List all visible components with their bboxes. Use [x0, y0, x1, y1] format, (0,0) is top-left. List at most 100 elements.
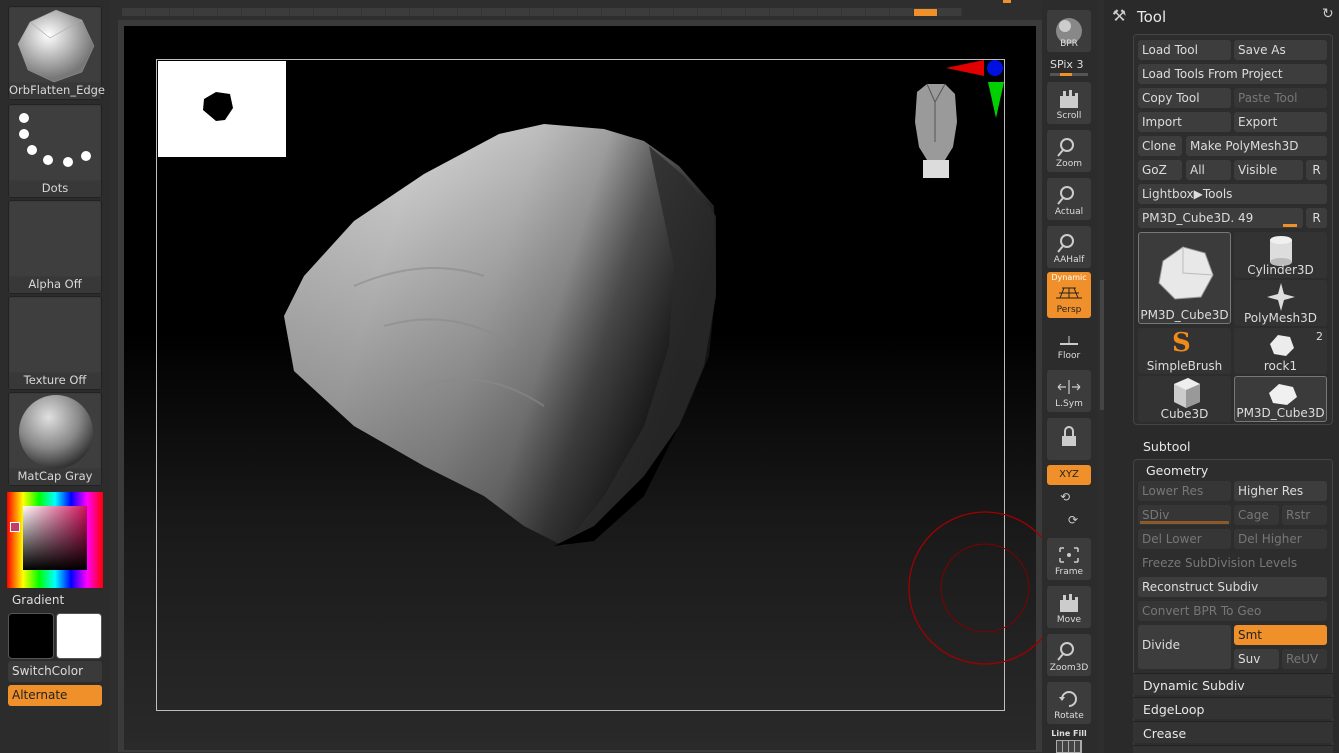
main-color-swatch[interactable] [8, 613, 54, 659]
aahalf-button[interactable]: AAHalf [1047, 226, 1091, 268]
spix-slider-thumb[interactable] [1060, 73, 1072, 76]
alternate-button[interactable]: Alternate [8, 685, 102, 706]
current-tool-slider[interactable]: PM3D_Cube3D. 49 [1138, 208, 1303, 228]
rotate-button[interactable]: Rotate [1047, 682, 1091, 724]
make-polymesh-button[interactable]: Make PolyMesh3D [1186, 136, 1327, 156]
del-lower-button[interactable]: Del Lower [1138, 529, 1231, 549]
del-higher-button[interactable]: Del Higher [1234, 529, 1327, 549]
star-icon [1267, 283, 1295, 311]
color-picker[interactable] [7, 492, 103, 588]
load-tool-button[interactable]: Load Tool [1138, 40, 1231, 60]
tool-tile-rock1[interactable]: 2 rock1 [1234, 328, 1327, 374]
cage-button[interactable]: Cage [1234, 505, 1279, 525]
linefill-label[interactable]: Line Fill [1049, 729, 1089, 738]
tool-tile-polymesh3d[interactable]: PolyMesh3D [1234, 280, 1327, 326]
simplebrush-s-icon: S [1172, 328, 1191, 358]
rstr-button[interactable]: Rstr [1282, 505, 1327, 525]
persp-button[interactable]: Dynamic Persp [1047, 272, 1091, 318]
copy-tool-button[interactable]: Copy Tool [1138, 88, 1231, 108]
current-tool-slider-thumb[interactable] [1282, 224, 1297, 227]
tool-tile-pm3d-cube3d-2[interactable]: PM3D_Cube3D [1234, 376, 1327, 422]
cylinder-icon [1270, 236, 1292, 266]
divide-button[interactable]: Divide [1138, 625, 1231, 669]
reuv-toggle[interactable]: ReUV [1282, 649, 1327, 669]
r-reset-button[interactable]: R [1306, 208, 1327, 228]
move-label: Move [1056, 615, 1082, 625]
actual-button[interactable]: Actual [1047, 178, 1091, 220]
r-button[interactable]: R [1306, 160, 1327, 180]
visible-button[interactable]: Visible [1234, 160, 1303, 180]
rotate-y-icon[interactable]: ⟲ [1060, 490, 1070, 504]
import-button[interactable]: Import [1138, 112, 1231, 132]
clone-button[interactable]: Clone [1138, 136, 1182, 156]
linefill-icon[interactable] [1056, 740, 1082, 753]
transp-lock-button[interactable] [1047, 418, 1091, 460]
texture-button[interactable]: Texture Off [8, 296, 102, 390]
geometry-section[interactable]: Geometry [1133, 459, 1333, 481]
reconstruct-subdiv-button[interactable]: Reconstruct Subdiv [1138, 577, 1327, 597]
tool-tile-label: Cube3D [1160, 407, 1209, 421]
alpha-button[interactable]: Alpha Off [8, 200, 102, 294]
rock-mesh[interactable] [124, 26, 1036, 750]
tool-tile-label: rock1 [1263, 359, 1298, 373]
bpr-button[interactable]: BPR [1047, 10, 1091, 52]
tool-tile-pm3d-cube3d[interactable]: PM3D_Cube3D [1138, 232, 1231, 324]
top-indicator [1003, 0, 1011, 3]
tool-tile-simplebrush[interactable]: S SimpleBrush [1138, 328, 1231, 374]
dynamic-subdiv-section[interactable]: Dynamic Subdiv [1133, 673, 1333, 695]
paste-tool-button[interactable]: Paste Tool [1234, 88, 1327, 108]
color-saturation-square[interactable] [23, 506, 87, 570]
zoom3d-button[interactable]: Zoom3D [1047, 634, 1091, 676]
rotate-z-icon[interactable]: ⟳ [1068, 513, 1078, 527]
subtool-section[interactable]: Subtool [1133, 435, 1333, 457]
xyz-button[interactable]: XYZ [1047, 465, 1091, 485]
smt-toggle[interactable]: Smt [1234, 625, 1327, 645]
export-button[interactable]: Export [1234, 112, 1327, 132]
xyz-label: XYZ [1059, 469, 1079, 480]
undock-icon[interactable]: ↻ [1322, 6, 1334, 22]
floor-button[interactable]: Floor [1047, 322, 1091, 364]
brush-cursor [908, 511, 1042, 665]
suv-toggle[interactable]: Suv [1234, 649, 1279, 669]
axis-gizmo-icon[interactable] [944, 58, 1006, 120]
load-tools-from-project-button[interactable]: Load Tools From Project [1138, 64, 1327, 84]
secondary-color-swatch[interactable] [56, 613, 102, 659]
higher-res-button[interactable]: Higher Res [1234, 481, 1327, 501]
convert-bpr-button[interactable]: Convert BPR To Geo [1138, 601, 1327, 621]
scroll-button[interactable]: Scroll [1047, 82, 1091, 124]
brush-label: OrbFlatten_Edge [9, 83, 106, 99]
bpr-sphere-icon [1047, 16, 1091, 44]
alpha-label: Alpha Off [9, 277, 101, 293]
brush-thumbnail [10, 8, 100, 83]
sdiv-slider[interactable]: SDiv [1138, 505, 1231, 525]
crease-section[interactable]: Crease [1133, 721, 1333, 743]
freeze-subdivision-button[interactable]: Freeze SubDivision Levels [1138, 553, 1327, 573]
gradient-label[interactable]: Gradient [8, 590, 102, 611]
save-as-button[interactable]: Save As [1234, 40, 1327, 60]
current-tool-name: PM3D_Cube3D. 49 [1142, 211, 1254, 225]
sdiv-slider-track [1140, 521, 1229, 524]
texture-label: Texture Off [9, 373, 101, 389]
frame-button[interactable]: Frame [1047, 538, 1091, 580]
lsym-button[interactable]: L.Sym [1047, 370, 1091, 412]
spix-control[interactable]: SPix 3 [1050, 58, 1083, 71]
lower-res-button[interactable]: Lower Res [1138, 481, 1231, 501]
brush-button[interactable]: OrbFlatten_Edge [8, 6, 106, 100]
all-button[interactable]: All [1186, 160, 1231, 180]
matcap-sphere-icon [10, 394, 100, 469]
floor-label: Floor [1057, 351, 1081, 361]
tool-title[interactable]: Tool [1137, 8, 1166, 26]
zoom-button[interactable]: Zoom [1047, 130, 1091, 172]
lightbox-tools-button[interactable]: Lightbox▶Tools [1138, 184, 1327, 204]
stroke-button[interactable]: Dots [8, 104, 102, 198]
spix-slider[interactable] [1050, 73, 1088, 76]
goz-button[interactable]: GoZ [1138, 160, 1182, 180]
edgeloop-section[interactable]: EdgeLoop [1133, 697, 1333, 719]
move-button[interactable]: Move [1047, 586, 1091, 628]
tool-tile-cylinder3d[interactable]: Cylinder3D [1234, 232, 1327, 278]
next-section[interactable] [1133, 745, 1333, 753]
tool-tile-cube3d[interactable]: Cube3D [1138, 376, 1231, 422]
switchcolor-button[interactable]: SwitchColor [8, 661, 102, 682]
material-button[interactable]: MatCap Gray [8, 392, 102, 486]
cube-icon [1174, 378, 1200, 408]
